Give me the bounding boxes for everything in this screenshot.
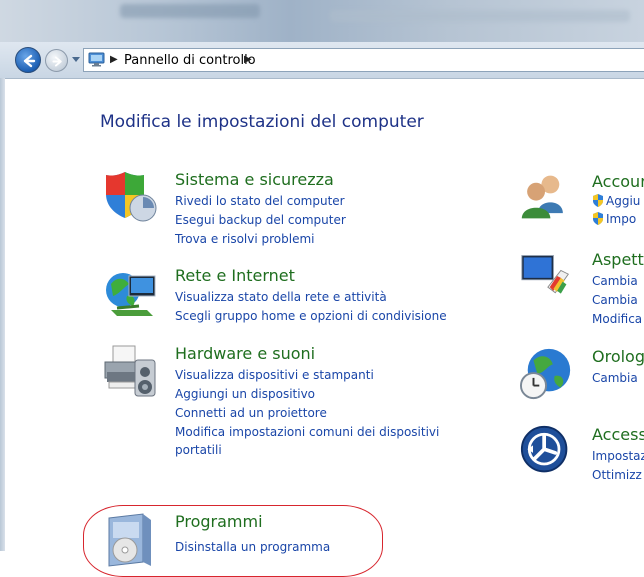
- control-panel-icon: [88, 52, 105, 67]
- window-titlebar: [0, 0, 644, 42]
- back-arrow-icon: [23, 54, 36, 68]
- forward-arrow-icon: [52, 56, 62, 67]
- category-title[interactable]: Access: [592, 425, 644, 444]
- shield-icon: [106, 172, 157, 222]
- category-link[interactable]: Impo: [592, 212, 636, 226]
- breadcrumb-separator[interactable]: ▶: [244, 54, 252, 65]
- users-icon: [521, 175, 563, 219]
- category-link[interactable]: Trova e risolvi problemi: [175, 232, 314, 246]
- breadcrumb-separator[interactable]: ▶: [110, 54, 118, 65]
- network-icon: [106, 273, 156, 316]
- highlight-annotation: [83, 505, 383, 577]
- titlebar-blur: [330, 10, 630, 22]
- printer-icon: [104, 345, 156, 397]
- category-title[interactable]: Aspett: [592, 250, 644, 269]
- titlebar-blur: [120, 4, 260, 18]
- category-link[interactable]: Visualizza stato della rete e attività: [175, 290, 387, 304]
- category-title[interactable]: Orolog: [592, 347, 644, 366]
- category-title[interactable]: Sistema e sicurezza: [175, 170, 334, 189]
- category-title[interactable]: Rete e Internet: [175, 266, 295, 285]
- forward-button[interactable]: [45, 49, 68, 72]
- category-link[interactable]: Rivedi lo stato del computer: [175, 194, 345, 208]
- category-link[interactable]: Modifica impostazioni comuni dei disposi…: [175, 423, 445, 459]
- navigation-bar: ▶ Pannello di controllo ▶: [0, 42, 644, 79]
- page-title: Modifica le impostazioni del computer: [100, 112, 424, 132]
- category-link[interactable]: Cambia: [592, 293, 638, 307]
- category-link[interactable]: Cambia: [592, 274, 638, 288]
- category-link[interactable]: Ottimizz: [592, 468, 642, 482]
- address-bar[interactable]: ▶ Pannello di controllo ▶: [83, 48, 644, 72]
- ease-of-access-icon: [520, 425, 568, 473]
- category-link[interactable]: Cambia: [592, 371, 638, 385]
- category-link[interactable]: Impostaz: [592, 449, 644, 463]
- category-link[interactable]: Aggiu: [592, 194, 640, 208]
- clock-globe-icon: [520, 348, 571, 400]
- breadcrumb-control-panel[interactable]: Pannello di controllo: [124, 53, 256, 68]
- category-link[interactable]: Scegli gruppo home e opzioni di condivis…: [175, 309, 447, 323]
- category-link[interactable]: Aggiungi un dispositivo: [175, 387, 315, 401]
- uac-shield-icon: [593, 194, 603, 207]
- category-title[interactable]: Hardware e suoni: [175, 344, 315, 363]
- recent-pages-dropdown[interactable]: [72, 57, 80, 62]
- category-link[interactable]: Visualizza dispositivi e stampanti: [175, 368, 374, 382]
- category-link-text[interactable]: Impo: [606, 212, 636, 226]
- category-link[interactable]: Modifica: [592, 312, 642, 326]
- category-link[interactable]: Connetti ad un proiettore: [175, 406, 327, 420]
- back-button[interactable]: [15, 47, 41, 73]
- uac-shield-icon: [593, 212, 603, 225]
- personalization-icon: [521, 255, 569, 294]
- category-link[interactable]: Esegui backup del computer: [175, 213, 346, 227]
- category-link-text[interactable]: Aggiu: [606, 194, 640, 208]
- category-title[interactable]: Accour: [592, 172, 644, 191]
